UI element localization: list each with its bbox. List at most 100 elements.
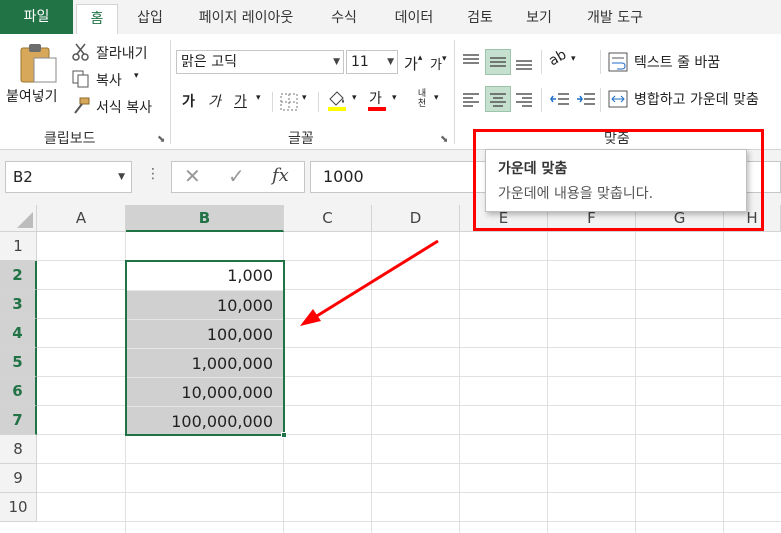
up-arrow-icon: ▴ bbox=[417, 53, 423, 63]
phonetic-button[interactable]: 내천 bbox=[414, 89, 430, 109]
row-header-5[interactable]: 5 bbox=[0, 348, 37, 377]
align-center-icon bbox=[490, 93, 506, 107]
tab-insert[interactable]: 삽입 bbox=[124, 4, 176, 34]
font-size-select[interactable]: 11 ▼ bbox=[346, 50, 398, 74]
fill-handle[interactable] bbox=[281, 432, 287, 438]
format-painter-button[interactable]: 서식 복사 bbox=[72, 96, 164, 118]
decrease-indent-icon bbox=[550, 93, 569, 105]
font-color-glyph: 가 bbox=[369, 91, 382, 107]
tab-formulas[interactable]: 수식 bbox=[314, 4, 374, 34]
row-header-10[interactable]: 10 bbox=[0, 493, 37, 522]
select-all-button[interactable] bbox=[0, 205, 37, 232]
shrink-font-button[interactable]: 가▾ bbox=[430, 54, 447, 73]
gridline bbox=[723, 232, 724, 533]
align-right-button[interactable] bbox=[511, 86, 537, 112]
row-header-8[interactable]: 8 bbox=[0, 435, 37, 464]
row-header-6[interactable]: 6 bbox=[0, 377, 37, 406]
tab-home[interactable]: 홈 bbox=[76, 4, 118, 35]
down-arrow-icon: ▾ bbox=[441, 54, 447, 64]
center-align-button[interactable] bbox=[485, 86, 511, 112]
wrap-text-icon bbox=[608, 52, 628, 72]
tab-file[interactable]: 파일 bbox=[0, 0, 73, 34]
tab-developer[interactable]: 개발 도구 bbox=[572, 4, 658, 34]
gridline bbox=[371, 232, 372, 533]
format-painter-label: 서식 복사 bbox=[96, 100, 152, 116]
tab-review[interactable]: 검토 bbox=[454, 4, 506, 34]
merge-center-button[interactable]: 병합하고 가운데 맞춤 bbox=[608, 87, 780, 111]
top-align-button[interactable] bbox=[458, 48, 484, 74]
row-header-1[interactable]: 1 bbox=[0, 232, 37, 261]
gridline bbox=[37, 492, 781, 493]
divider bbox=[318, 92, 319, 112]
fill-color-icon[interactable] bbox=[326, 89, 348, 111]
divider bbox=[600, 88, 601, 112]
font-name-value: 맑은 고딕 bbox=[181, 54, 237, 70]
name-box[interactable]: B2 ▼ bbox=[5, 161, 132, 193]
grow-font-glyph: 가 bbox=[404, 55, 418, 73]
font-color-button[interactable]: 가 bbox=[366, 88, 388, 112]
border-icon[interactable] bbox=[280, 93, 298, 111]
chevron-down-icon: ▼ bbox=[118, 172, 125, 182]
copy-button[interactable]: 복사 ▾ bbox=[72, 69, 152, 91]
cut-button[interactable]: 잘라내기 bbox=[72, 42, 164, 64]
row-header-7[interactable]: 7 bbox=[0, 406, 37, 435]
gridline bbox=[459, 232, 460, 533]
merge-center-icon bbox=[608, 90, 628, 108]
copy-icon bbox=[72, 70, 89, 88]
phonetic-dropdown-icon[interactable]: ▾ bbox=[434, 93, 439, 103]
row-header-4[interactable]: 4 bbox=[0, 319, 37, 348]
middle-align-button[interactable] bbox=[485, 49, 511, 75]
align-right-icon bbox=[516, 93, 532, 107]
font-launcher-icon[interactable]: ⬊ bbox=[440, 134, 448, 145]
cancel-icon[interactable]: ✕ bbox=[184, 164, 201, 188]
orientation-icon[interactable]: ab bbox=[546, 47, 569, 70]
clipboard-launcher-icon[interactable]: ⬊ bbox=[157, 134, 165, 145]
selection-border bbox=[125, 260, 285, 436]
paste-label: 붙여넣기 bbox=[6, 89, 58, 105]
tab-data[interactable]: 데이터 bbox=[378, 4, 450, 34]
gridline bbox=[547, 232, 548, 533]
more-options-icon[interactable]: ⋮ bbox=[146, 166, 160, 182]
divider bbox=[272, 92, 273, 112]
row-header-2[interactable]: 2 bbox=[0, 261, 37, 290]
font-size-value: 11 bbox=[351, 54, 369, 70]
column-header-d[interactable]: D bbox=[372, 205, 460, 232]
tab-page-layout[interactable]: 페이지 레이아웃 bbox=[182, 4, 310, 34]
decrease-indent-button[interactable] bbox=[547, 86, 573, 112]
paintbrush-icon bbox=[74, 97, 90, 114]
clipboard-icon bbox=[20, 44, 57, 83]
wrap-text-button[interactable]: 텍스트 줄 바꿈 bbox=[608, 50, 762, 74]
chevron-down-icon: ▼ bbox=[387, 57, 394, 67]
divider bbox=[454, 40, 455, 144]
column-header-c[interactable]: C bbox=[284, 205, 372, 232]
divider bbox=[170, 40, 171, 144]
row-header-9[interactable]: 9 bbox=[0, 464, 37, 493]
worksheet-grid[interactable]: A B C D E F G H 1 2 3 4 5 6 7 8 9 10 1,0… bbox=[0, 205, 781, 533]
fill-color-dropdown-icon[interactable]: ▾ bbox=[352, 93, 357, 103]
insert-function-icon[interactable]: fx bbox=[272, 165, 289, 186]
tab-view[interactable]: 보기 bbox=[510, 4, 568, 34]
italic-button[interactable]: 가 bbox=[208, 91, 221, 111]
font-name-select[interactable]: 맑은 고딕 ▼ bbox=[176, 50, 344, 74]
bottom-align-button[interactable] bbox=[511, 50, 537, 76]
column-header-b[interactable]: B bbox=[126, 205, 284, 232]
row-header-3[interactable]: 3 bbox=[0, 290, 37, 319]
font-group-label: 글꼴 bbox=[288, 131, 314, 147]
enter-icon[interactable]: ✓ bbox=[228, 164, 245, 188]
bold-button[interactable]: 가 bbox=[182, 91, 195, 111]
column-header-a[interactable]: A bbox=[37, 205, 126, 232]
increase-indent-button[interactable] bbox=[573, 86, 599, 112]
align-left-button[interactable] bbox=[458, 86, 484, 112]
font-color-dropdown-icon[interactable]: ▾ bbox=[392, 93, 397, 103]
grow-font-button[interactable]: 가▴ bbox=[404, 53, 422, 74]
underline-dropdown-icon[interactable]: ▾ bbox=[256, 93, 261, 103]
underline-button[interactable]: 가 bbox=[234, 91, 247, 111]
annotation-arrow bbox=[300, 239, 439, 326]
paste-button[interactable]: 붙여넣기 bbox=[4, 40, 68, 106]
cut-label: 잘라내기 bbox=[96, 46, 148, 62]
copy-dropdown-icon[interactable]: ▾ bbox=[134, 71, 139, 81]
orientation-dropdown-icon[interactable]: ▾ bbox=[571, 54, 576, 64]
merge-center-label: 병합하고 가운데 맞춤 bbox=[634, 92, 759, 108]
increase-indent-icon bbox=[577, 93, 595, 105]
border-dropdown-icon[interactable]: ▾ bbox=[302, 93, 307, 103]
